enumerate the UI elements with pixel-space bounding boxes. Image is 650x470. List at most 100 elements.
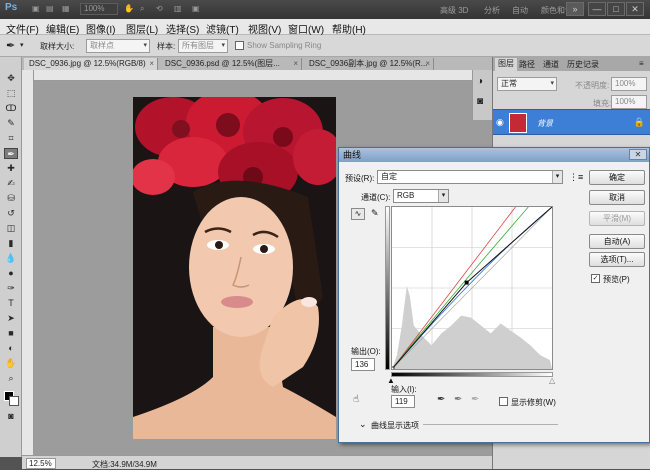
show-ring-checkbox[interactable] (235, 41, 244, 50)
quick-mask-icon[interactable]: ◙ (4, 411, 18, 422)
hand-tool-icon[interactable]: ✋ (4, 358, 18, 369)
menu-help[interactable]: 帮助(H) (332, 21, 366, 36)
input-field[interactable]: 119 (391, 395, 415, 408)
menu-window[interactable]: 窗口(W) (288, 21, 324, 36)
workspace-analysis[interactable]: 分析 (484, 5, 500, 16)
curves-graph[interactable] (391, 206, 553, 370)
dodge-tool-icon[interactable]: ● (4, 268, 18, 279)
ok-button[interactable]: 确定 (589, 170, 645, 185)
blur-tool-icon[interactable]: 💧 (4, 253, 18, 264)
black-eyedropper-icon[interactable]: ✒ (437, 394, 445, 405)
preset-chevron-icon[interactable]: ▾ (20, 41, 24, 49)
panel-menu-icon[interactable]: ≡ (639, 59, 644, 68)
tab-paths[interactable]: 路径 (519, 59, 535, 70)
tab-channels[interactable]: 通道 (543, 59, 559, 70)
3d-rotate-tool-icon[interactable]: ◐ (4, 343, 18, 354)
white-point-slider-icon[interactable]: △ (549, 376, 555, 385)
menu-image[interactable]: 图像(I) (86, 21, 115, 36)
tab-history[interactable]: 历史记录 (567, 59, 599, 70)
tab-layers[interactable]: 图层 (495, 58, 517, 71)
close-icon[interactable]: × (293, 58, 298, 69)
type-tool-icon[interactable]: T (4, 298, 18, 309)
preset-select[interactable]: 自定 ▾ (377, 170, 563, 184)
channel-select[interactable]: RGB ▾ (393, 189, 449, 203)
output-field[interactable]: 136 (351, 358, 375, 371)
quick-select-tool-icon[interactable]: ✎ (4, 118, 18, 129)
workspace-auto[interactable]: 自动 (512, 5, 528, 16)
zoom-tool-icon[interactable]: ⌕ (140, 4, 144, 14)
menu-filter[interactable]: 滤镜(T) (206, 21, 239, 36)
menu-view[interactable]: 视图(V) (248, 21, 281, 36)
pen-tool-icon[interactable]: ✑ (4, 283, 18, 294)
menu-edit[interactable]: 编辑(E) (46, 21, 79, 36)
workspace-3d[interactable]: 高级 3D (440, 5, 468, 16)
curve-control-point[interactable] (464, 280, 469, 285)
fill-field[interactable]: 100% (611, 95, 647, 109)
opacity-field[interactable]: 100% (611, 77, 647, 91)
menu-select[interactable]: 选择(S) (166, 21, 199, 36)
visibility-eye-icon[interactable]: ◉ (496, 117, 504, 128)
pencil-draw-icon[interactable]: ✎ (371, 208, 379, 219)
menu-file[interactable]: 文件(F) (6, 21, 39, 36)
horizontal-ruler[interactable] (34, 70, 492, 81)
brush-tool-icon[interactable]: ✍ (4, 178, 18, 189)
guides-icon[interactable]: ▦ (62, 4, 70, 13)
gray-eyedropper-icon[interactable]: ✒ (454, 394, 462, 405)
dialog-title-bar[interactable]: 曲线 ✕ (339, 148, 649, 162)
eyedropper-tool-icon[interactable]: ✒ (4, 148, 18, 159)
crop-tool-icon[interactable]: ⌗ (4, 133, 18, 144)
doc-tab-1[interactable]: DSC_0936.jpg @ 12.5%(RGB/8) × (24, 58, 158, 70)
curve-display-options-label[interactable]: 曲线显示选项 (371, 420, 419, 431)
rotate-view-icon[interactable]: ⟲ (156, 4, 163, 13)
more-workspaces-button[interactable]: » (566, 2, 584, 16)
expand-chevron-icon[interactable]: ⌄ (359, 419, 367, 430)
curve-black-point[interactable] (391, 366, 395, 370)
path-select-tool-icon[interactable]: ➤ (4, 313, 18, 324)
gradient-tool-icon[interactable]: ▮ (4, 238, 18, 249)
cancel-button[interactable]: 取消 (589, 190, 645, 205)
shape-tool-icon[interactable]: ■ (4, 328, 18, 339)
background-color-swatch[interactable] (9, 396, 19, 406)
adjustments-panel-icon[interactable]: ◙ (477, 96, 483, 107)
doc-tab-2[interactable]: DSC_0936.psd @ 12.5%(图层... × (160, 58, 302, 70)
zoom-tool-icon[interactable]: ⌕ (4, 373, 18, 384)
smooth-button[interactable]: 平滑(M) (589, 211, 645, 226)
white-eyedropper-icon[interactable]: ✒ (471, 394, 479, 405)
marquee-tool-icon[interactable]: ⬚ (4, 88, 18, 99)
doc-tab-3[interactable]: DSC_0936副本.jpg @ 12.5%(R... × (304, 58, 434, 70)
close-icon[interactable]: × (149, 58, 154, 69)
eraser-tool-icon[interactable]: ◫ (4, 223, 18, 234)
eyedropper-preset-icon[interactable]: ✒ (6, 39, 15, 52)
history-brush-tool-icon[interactable]: ↺ (4, 208, 18, 219)
mini-bridge-icon[interactable]: ▤ (46, 4, 54, 13)
show-clipping-checkbox[interactable] (499, 397, 508, 406)
preset-options-icon[interactable]: ⋮≡ (569, 172, 583, 183)
close-window-button[interactable]: ✕ (626, 2, 644, 16)
move-tool-icon[interactable]: ✥ (4, 73, 18, 84)
vertical-ruler[interactable] (22, 70, 34, 455)
preview-checkbox[interactable]: ✓ (591, 274, 600, 283)
sample-select[interactable]: 所有图层 ▾ (178, 39, 228, 53)
auto-button[interactable]: 自动(A) (589, 234, 645, 249)
curve-point-tool-icon[interactable]: ∿ (351, 208, 365, 220)
bridge-icon[interactable]: ▣ (32, 4, 40, 13)
dialog-close-button[interactable]: ✕ (629, 149, 647, 160)
target-adjust-icon[interactable]: ☝ (353, 394, 359, 405)
zoom-field[interactable]: 12.5% (26, 458, 56, 469)
close-icon[interactable]: × (425, 58, 430, 69)
screen-mode-icon[interactable]: ▣ (192, 4, 200, 13)
zoom-dropdown[interactable]: 100% (80, 3, 118, 15)
arrange-documents-icon[interactable]: ▥ (174, 4, 182, 13)
color-panel-icon[interactable]: ◑ (477, 76, 483, 87)
portrait-photo[interactable] (133, 97, 336, 439)
clone-stamp-tool-icon[interactable]: ⛁ (4, 193, 18, 204)
sample-size-select[interactable]: 取样点 ▾ (86, 39, 150, 53)
layer-row-background[interactable]: ◉ 背景 🔒 (493, 109, 650, 135)
spot-heal-tool-icon[interactable]: ✚ (4, 163, 18, 174)
hand-tool-icon[interactable]: ✋ (124, 4, 134, 13)
blend-mode-select[interactable]: 正常 ▾ (497, 77, 557, 91)
lasso-tool-icon[interactable]: ↀ (4, 103, 18, 114)
maximize-button[interactable]: □ (607, 2, 625, 16)
menu-layer[interactable]: 图层(L) (126, 21, 158, 36)
options-button[interactable]: 选项(T)... (589, 252, 645, 267)
